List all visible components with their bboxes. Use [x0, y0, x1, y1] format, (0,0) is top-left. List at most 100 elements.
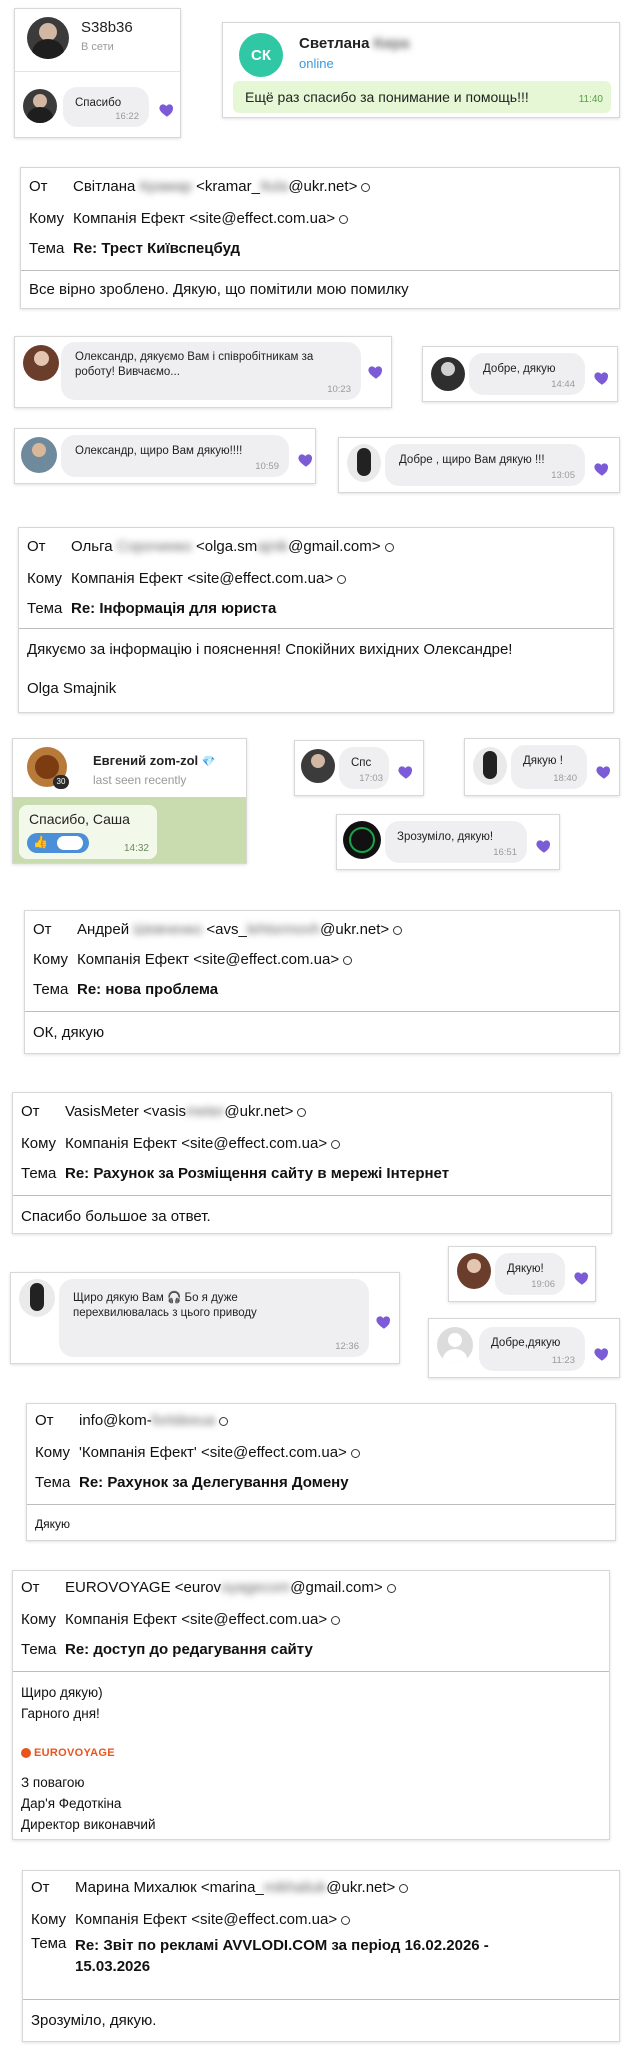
chat-card: Олександр, дякуємо Вам і співробітникам … — [14, 336, 392, 408]
message-text: Дякую ! — [523, 755, 563, 767]
heart-icon[interactable] — [375, 1313, 393, 1331]
avatar-badge: 30 — [53, 775, 69, 789]
signature: Olga Smajnik — [27, 680, 117, 697]
avatar — [23, 345, 59, 381]
email-body: Щиро дякую) Гарного дня! EUROVOYAGE З по… — [13, 1671, 609, 1839]
to-line: Кому Компанія Ефект <site@effect.com.ua> — [13, 1127, 611, 1159]
signature: З повагою Дар'я Федоткіна Директор викон… — [21, 1775, 156, 1832]
contact-icon — [384, 542, 394, 552]
email-card-eurovoyage: От EUROVOYAGE <eurov oyagecom @gmail.com> … — [12, 1570, 610, 1840]
contact-icon — [386, 1583, 396, 1593]
email-body: Зрозуміло, дякую. — [23, 1999, 619, 2041]
heart-icon[interactable] — [367, 363, 385, 381]
contact-icon — [343, 955, 353, 965]
contact-name: Евгений zom-zol 💎 — [93, 753, 216, 768]
avatar — [457, 1253, 491, 1289]
eurovoyage-logo: EUROVOYAGE — [21, 1742, 601, 1764]
chat-card: Добре,дякую 11:23 — [428, 1318, 620, 1378]
heart-icon[interactable] — [593, 369, 611, 387]
message-time: 18:40 — [553, 773, 577, 784]
message-time: 19:06 — [531, 1279, 555, 1290]
chat-card: Добре , щиро Вам дякую !!! 13:05 — [338, 437, 620, 493]
chat-card-zomzol: 30 Евгений zom-zol 💎 last seen recently … — [12, 738, 247, 864]
to-line: Кому 'Компанія Ефект' <site@effect.com.ua… — [27, 1436, 615, 1468]
avatar — [27, 17, 69, 59]
from-line: От EUROVOYAGE <eurov oyagecom @gmail.com> — [13, 1571, 609, 1603]
chat-card: Зрозуміло, дякую! 16:51 — [336, 814, 560, 870]
email-body: ОК, дякую — [25, 1011, 619, 1053]
contact-icon — [341, 1915, 351, 1925]
message-bubble: Олександр, дякуємо Вам і співробітникам … — [61, 342, 361, 400]
chat-card-s38b36: S38b36 В сети Спасибо 16:22 — [14, 8, 181, 138]
message-text: Зрозуміло, дякую! — [397, 831, 494, 843]
heart-icon[interactable] — [158, 101, 176, 119]
message-time: 16:22 — [115, 111, 139, 122]
message-bubble: Ещё раз спасибо за понимание и помощь!!!… — [233, 81, 611, 113]
avatar — [347, 444, 381, 482]
message-text: Спс — [351, 757, 372, 769]
message-time: 11:40 — [578, 94, 603, 105]
avatar — [431, 357, 465, 391]
avatar-placeholder-icon — [437, 1327, 473, 1363]
to-line: Кому Компанія Ефект <site@effect.com.ua> — [23, 1903, 619, 1935]
message-text: Добре,дякую — [491, 1337, 561, 1349]
message-text: Спасибо — [75, 97, 122, 109]
email-card-olga: От Ольга Сорочинко <olga.sm ajnik @gmail.c… — [18, 527, 614, 713]
chat-card: Олександр, щиро Вам дякую!!!! 10:59 — [14, 428, 316, 484]
contact-icon — [399, 1883, 409, 1893]
heart-icon[interactable] — [397, 763, 415, 781]
contact-icon — [339, 214, 349, 224]
from-line: От Марина Михалюк <marina_ mikhaliuk @ukr.… — [23, 1871, 619, 1903]
contact-icon — [331, 1139, 341, 1149]
heart-icon[interactable] — [593, 1345, 611, 1363]
message-bubble: Спс 17:03 — [339, 747, 389, 789]
chat-card: Добре, дякую 14:44 — [422, 346, 618, 402]
message-bubble: Щиро дякую Вам 🎧 Бо я дуже перехвилювала… — [59, 1279, 369, 1357]
message-text: Спасибо, Саша — [29, 811, 130, 827]
message-bubble: Добре , щиро Вам дякую !!! 13:05 — [385, 444, 585, 486]
avatar: СК — [239, 33, 283, 77]
contact-icon — [393, 925, 403, 935]
subject-line: Тема Re: нова проблема — [33, 980, 219, 998]
chat-card: Спс 17:03 — [294, 740, 424, 796]
avatar-initials: СК — [251, 46, 271, 64]
subject-line: Тема Re: доступ до редагування сайту — [21, 1640, 313, 1658]
heart-icon[interactable] — [573, 1269, 591, 1287]
message-bubble: Спасибо 16:22 — [63, 87, 149, 127]
heart-icon[interactable] — [535, 837, 553, 855]
message-bubble: Добре,дякую 11:23 — [479, 1327, 585, 1371]
contact-status: online — [299, 56, 334, 71]
subject-line: Тема Re: Інформація для юриста — [27, 599, 277, 617]
reactor-avatar — [57, 836, 83, 850]
message-time: 10:23 — [327, 384, 351, 395]
email-body: Спасибо большое за ответ. — [13, 1195, 611, 1233]
email-card-andrey: От Андрей Шевченко <avs_ lehtsrmovh @ukr.n… — [24, 910, 620, 1054]
heart-icon[interactable] — [595, 763, 613, 781]
message-time: 10:59 — [255, 461, 279, 472]
message-time: 14:44 — [551, 379, 575, 390]
contact-name: Светлана Кира — [299, 35, 410, 52]
to-line: Кому Компанія Ефект <site@effect.com.ua> — [19, 562, 613, 594]
email-card-infokom: От info@kom-fortdeeua Кому 'Компанія Ефек… — [26, 1403, 616, 1541]
message-text: Добре , щиро Вам дякую !!! — [399, 454, 545, 466]
subject-line: Тема Re: Рахунок за Розміщення сайту в ме… — [21, 1164, 450, 1182]
message-time: 17:03 — [359, 773, 383, 784]
message-bubble: Дякую! 19:06 — [495, 1253, 565, 1295]
message-bubble: Олександр, щиро Вам дякую!!!! 10:59 — [61, 435, 289, 477]
contact-icon — [297, 1107, 307, 1117]
message-text: Добре, дякую — [483, 363, 556, 375]
avatar — [473, 747, 507, 785]
email-card-kramar: От Світлана Крамар <kramar_ 9ula @ukr.net>… — [20, 167, 620, 309]
avatar — [23, 89, 57, 123]
contact-icon — [361, 182, 371, 192]
message-time: 13:05 — [551, 470, 575, 481]
chat-card-svetlana: СК Светлана Кира online Ещё раз спасибо … — [222, 22, 620, 118]
heart-icon[interactable] — [297, 451, 315, 469]
contact-status: В сети — [81, 41, 114, 53]
message-text: Олександр, щиро Вам дякую!!!! — [75, 445, 243, 457]
heart-icon[interactable] — [593, 460, 611, 478]
email-body: Дякуємо за інформацію і пояснення! Спокі… — [19, 628, 613, 712]
from-line: От info@kom-fortdeeua — [27, 1404, 615, 1436]
thumbs-up-icon: 👍 — [33, 835, 48, 849]
contact-icon — [350, 1448, 360, 1458]
